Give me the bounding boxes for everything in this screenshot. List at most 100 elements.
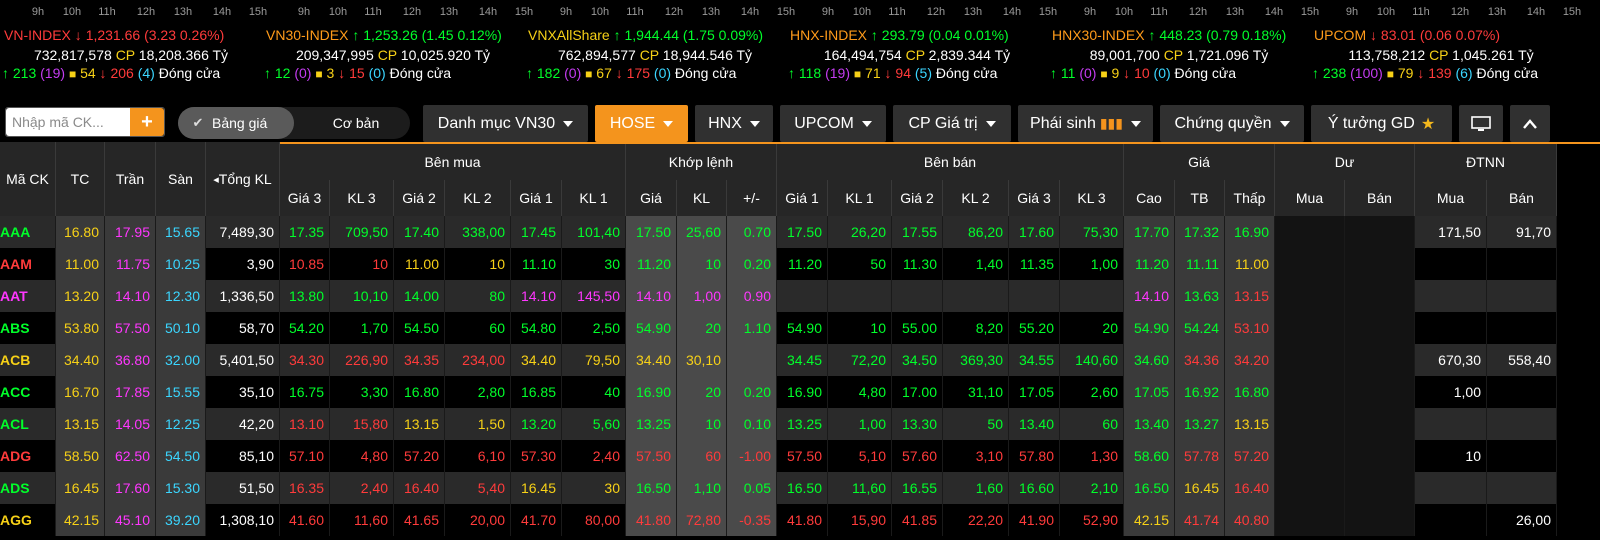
sort-left-icon[interactable]: ◂ [213,173,219,186]
symbol-search-input[interactable] [6,108,130,136]
header-sell-col[interactable]: KL 1 [828,180,892,216]
monitor-button[interactable] [1459,105,1503,142]
header-buy-group[interactable]: Bên mua [280,144,626,180]
header-sell-col[interactable]: Giá 1 [777,180,828,216]
header-foreign-col[interactable]: Mua [1415,180,1487,216]
hour-label: 11h [98,6,116,18]
header-total-volume[interactable]: ◂ Tổng KL [206,142,280,216]
header-sell-col[interactable]: KL 3 [1060,180,1124,216]
header-buy-col[interactable]: KL 1 [562,180,626,216]
ask-cell: 369,30 [943,344,1009,376]
index-card[interactable]: 9h 10h 11h 12h 13h 14h 15h VNXAllShare ↑ 1,944… [524,0,795,84]
hour-axis: 9h 10h 11h 12h 13h 14h 15h [262,6,533,20]
header-sell-col[interactable]: Giá 3 [1009,180,1060,216]
header-sell-col[interactable]: Giá 2 [892,180,943,216]
index-card[interactable]: 9h 10h 11h 12h 13h 14h 15h VN-INDEX ↓ 1,231.66… [0,0,267,84]
match-cell: 60 [677,440,727,472]
floor-cell: 39.20 [156,504,206,536]
header-buy-col[interactable]: KL 2 [445,180,511,216]
header-foreign-group[interactable]: ĐTNN [1415,144,1557,180]
bid-cell: 16.75 [280,376,330,408]
header-sell-group[interactable]: Bên bán [777,144,1124,180]
floor-cell: 15.65 [156,216,206,248]
reference-cell: 16.45 [56,472,105,504]
toggle-price-board[interactable]: ✔ Bảng giá [178,107,294,139]
tab-derivatives[interactable]: Phái sinh ▮▮▮ [1018,105,1153,142]
header-ceiling[interactable]: Trần [105,142,156,216]
index-value: 1,231.66 [85,27,141,43]
remain-cell [1275,440,1345,472]
bid-cell: 79,50 [562,344,626,376]
header-match-group[interactable]: Khớp lệnh [626,144,777,180]
bid-cell: 11.10 [511,248,562,280]
tab-hnx[interactable]: HNX [695,105,773,142]
header-buy-col[interactable]: Giá 3 [280,180,330,216]
index-card[interactable]: 9h 10h 11h 12h 13h 14h 15h UPCOM ↓ 83.01 (0.06… [1310,0,1581,84]
tab-vn30-watchlist[interactable]: Danh mục VN30 [423,105,588,142]
table-row[interactable]: ADG 58.50 62.50 54.50 85,10 57.10 4,80 57.20 6,1… [0,440,1600,472]
bid-cell: 2,50 [562,312,626,344]
header-symbol[interactable]: Mã CK [0,142,56,216]
foreign-cell [1487,440,1557,472]
ceiling-cell: 36.80 [105,344,156,376]
match-cell: 14.10 [626,280,677,312]
tab-value-stocks[interactable]: CP Giá trị [893,105,1011,142]
index-card[interactable]: 9h 10h 11h 12h 13h 14h 15h VN30-INDEX ↑ 1,253.… [262,0,533,84]
index-card[interactable]: 9h 10h 11h 12h 13h 14h 15h HNX-INDEX ↑ 293.79 … [786,0,1057,84]
bid-cell: 10.85 [280,248,330,280]
header-match-col[interactable]: Giá [626,180,677,216]
header-price-group[interactable]: Giá [1124,144,1275,180]
floor-cell: 50.10 [156,312,206,344]
table-row[interactable]: AAM 11.00 11.75 10.25 3,90 10.85 10 11.00 10 11.1… [0,248,1600,280]
table-row[interactable]: AAA 16.80 17.95 15.65 7,489,30 17.35 709,50 17.… [0,216,1600,248]
add-symbol-button[interactable]: + [130,108,164,136]
advancers-count: 213 [12,65,37,81]
foreign-cell [1415,280,1487,312]
header-buy-col[interactable]: KL 3 [330,180,394,216]
table-row[interactable]: AAT 13.20 14.10 12.30 1,336,50 13.80 10,10 14.0… [0,280,1600,312]
header-price-col[interactable]: Cao [1124,180,1175,216]
floor-count: (0) [653,65,672,81]
header-match-col[interactable]: KL [677,180,727,216]
bar-chart-icon: ▮▮▮ [1099,115,1123,131]
header-sell-col[interactable]: KL 2 [943,180,1009,216]
foreign-cell [1487,312,1557,344]
table-row[interactable]: ACC 16.70 17.85 15.55 35,10 16.75 3,30 16.80 2,8… [0,376,1600,408]
ceiling-cell: 17.95 [105,216,156,248]
total-volume-cell: 5,401,50 [206,344,280,376]
tab-warrants[interactable]: Chứng quyền [1160,105,1304,142]
header-buy-col[interactable]: Giá 1 [511,180,562,216]
header-reference[interactable]: TC [56,142,105,216]
toggle-fundamental[interactable]: Cơ bản [306,107,406,139]
view-toggle[interactable]: ✔ Bảng giá Cơ bản [178,107,410,139]
tab-hose[interactable]: HOSE [595,105,688,142]
header-buy-col[interactable]: Giá 2 [394,180,445,216]
reference-cell: 53.80 [56,312,105,344]
unit-label: Tỷ [212,47,229,63]
collapse-button[interactable] [1510,105,1550,142]
match-cell: 10 [677,248,727,280]
foreign-cell [1487,408,1557,440]
header-price-col[interactable]: TB [1175,180,1225,216]
header-price-col[interactable]: Thấp [1225,180,1275,216]
table-row[interactable]: ABS 53.80 57.50 50.10 58,70 54.20 1,70 54.50 60 5… [0,312,1600,344]
hour-label: 12h [136,6,156,18]
table-row[interactable]: ACL 13.15 14.05 12.25 42,20 13.10 15,80 13.15 1,… [0,408,1600,440]
toolbar: + ✔ Bảng giá Cơ bản Danh mục VN30 HOSE H… [0,102,1600,142]
tab-trading-ideas[interactable]: Ý tưởng GD ★ [1311,105,1452,142]
header-remain-col[interactable]: Mua [1275,180,1345,216]
header-remain-group[interactable]: Dư [1275,144,1415,180]
arrow-up-icon: ↑ [526,65,533,81]
header-foreign-col[interactable]: Bán [1487,180,1557,216]
table-row[interactable]: AGG 42.15 45.10 39.20 1,308,10 41.60 11,60 41.6… [0,504,1600,536]
hour-label: 14h [740,6,760,18]
table-row[interactable]: ACB 34.40 36.80 32.00 5,401,50 34.30 226,90 34.… [0,344,1600,376]
index-card[interactable]: 9h 10h 11h 12h 13h 14h 15h HNX30-INDEX ↑ 448.2… [1048,0,1319,84]
unchanged-count: 3 [326,65,335,81]
header-remain-col[interactable]: Bán [1345,180,1415,216]
table-row[interactable]: ADS 16.45 17.60 15.30 51,50 16.35 2,40 16.40 5,4… [0,472,1600,504]
match-cell: 41.80 [626,504,677,536]
header-floor[interactable]: Sàn [156,142,206,216]
header-match-col[interactable]: +/- [727,180,777,216]
tab-upcom[interactable]: UPCOM [780,105,886,142]
